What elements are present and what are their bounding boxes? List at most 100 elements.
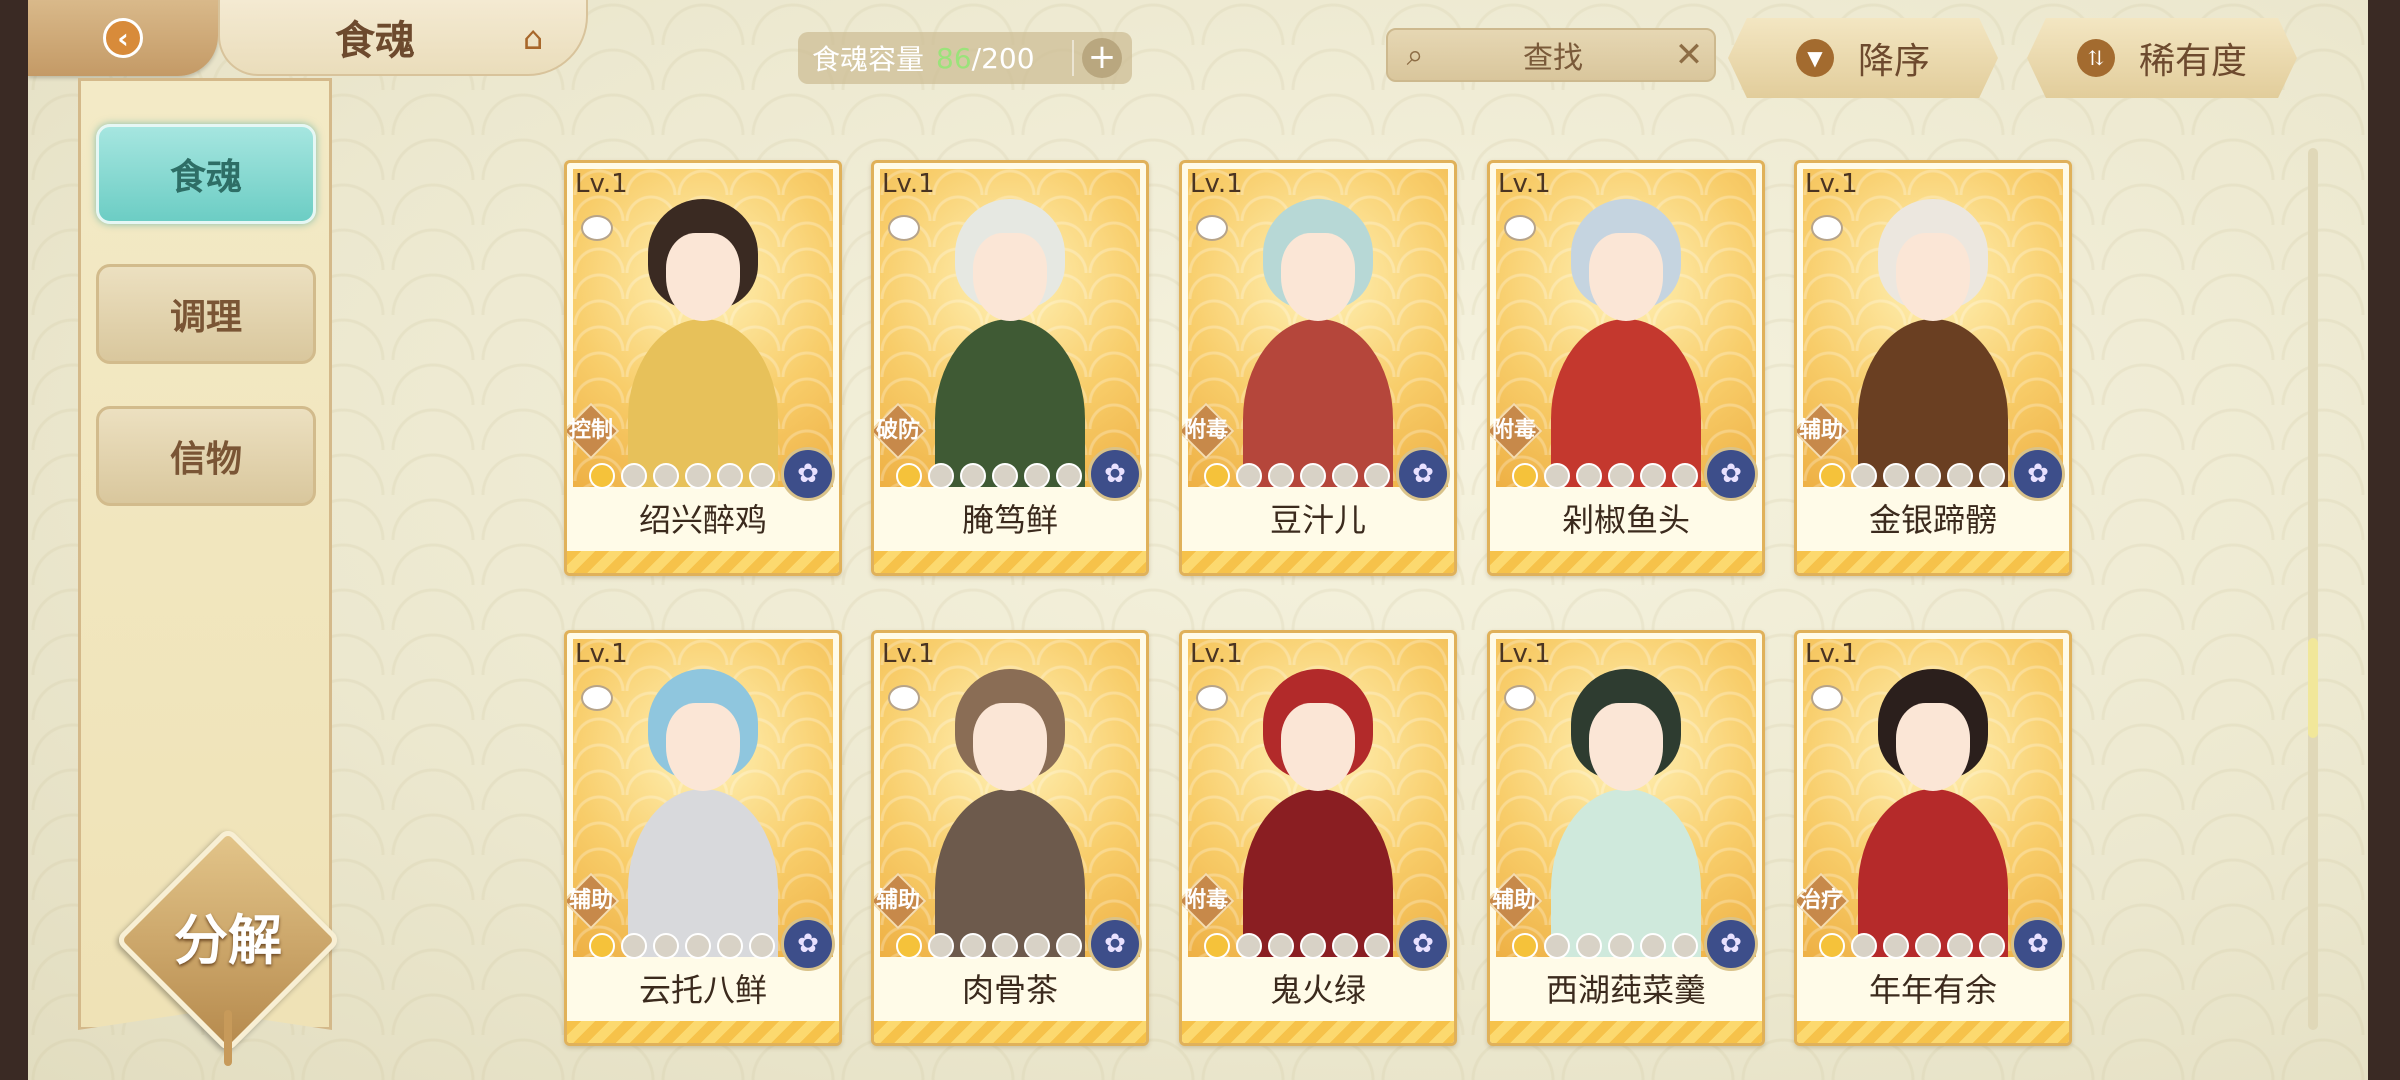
card-name: 云托八鲜 xyxy=(638,971,767,1009)
food-soul-card[interactable]: Lv.1 辅助 ✿ 云托八鲜 xyxy=(564,630,842,1046)
tab-tokens[interactable]: 信物 xyxy=(96,406,316,506)
card-level: Lv.1 xyxy=(1498,639,1551,669)
character-face xyxy=(973,703,1047,791)
card-name: 金银蹄髈 xyxy=(1868,501,1997,539)
card-name: 绍兴醉鸡 xyxy=(638,501,767,539)
role-tag-label: 治疗 xyxy=(1798,888,1843,913)
search-label: 查找 xyxy=(1523,41,1583,76)
star-rating xyxy=(1204,463,1390,489)
food-soul-card[interactable]: Lv.1 破防 ✿ 腌笃鲜 xyxy=(871,160,1149,576)
pill-icon xyxy=(1504,685,1536,711)
star-icon xyxy=(1947,463,1973,489)
card-name: 西湖莼菜羹 xyxy=(1545,971,1706,1009)
character-body xyxy=(935,789,1085,957)
card-name: 肉骨茶 xyxy=(961,971,1058,1009)
star-icon xyxy=(1236,933,1262,959)
character-body xyxy=(1551,789,1701,957)
card-footer-stripe xyxy=(1182,1021,1454,1043)
star-icon xyxy=(1979,463,2005,489)
tab-conditioning[interactable]: 调理 xyxy=(96,264,316,364)
character-figure xyxy=(1243,669,1393,957)
back-button[interactable]: ‹ xyxy=(28,0,218,76)
sort-order-label: 降序 xyxy=(1857,41,1930,82)
role-tag: 辅助 xyxy=(874,872,927,930)
role-tag: 辅助 xyxy=(1490,872,1543,930)
character-face xyxy=(666,703,740,791)
card-level: Lv.1 xyxy=(1498,169,1551,199)
character-figure xyxy=(628,669,778,957)
character-body xyxy=(628,319,778,487)
star-icon xyxy=(1332,463,1358,489)
role-tag: 辅助 xyxy=(1797,402,1850,460)
card-footer-stripe xyxy=(1490,1021,1762,1043)
search-box[interactable]: ⌕ 查找 ✕ xyxy=(1386,28,1716,82)
food-soul-card[interactable]: Lv.1 控制 ✿ 绍兴醉鸡 xyxy=(564,160,842,576)
close-icon[interactable]: ✕ xyxy=(1664,35,1714,75)
food-soul-card[interactable]: Lv.1 附毒 ✿ 剁椒鱼头 xyxy=(1487,160,1765,576)
character-face xyxy=(1896,233,1970,321)
character-body xyxy=(1243,319,1393,487)
card-name: 腌笃鲜 xyxy=(961,501,1058,539)
pill-icon xyxy=(1811,215,1843,241)
character-body xyxy=(1858,319,2008,487)
star-rating xyxy=(1512,933,1698,959)
pavilion-icon[interactable]: ⌂ xyxy=(510,18,556,58)
food-soul-card[interactable]: Lv.1 辅助 ✿ 西湖莼菜羹 xyxy=(1487,630,1765,1046)
role-tag-label: 附毒 xyxy=(1491,418,1536,443)
card-footer-stripe xyxy=(1182,551,1454,573)
star-icon xyxy=(1268,463,1294,489)
star-icon xyxy=(928,463,954,489)
card-level: Lv.1 xyxy=(1805,169,1858,199)
role-tag-label: 辅助 xyxy=(568,888,613,913)
rarity-sort-button[interactable]: ⇅ 稀有度 xyxy=(2027,18,2297,98)
star-icon xyxy=(896,463,922,489)
star-icon xyxy=(1979,933,2005,959)
role-tag: 附毒 xyxy=(1182,872,1235,930)
rarity-sort-label: 稀有度 xyxy=(2138,41,2247,82)
star-icon xyxy=(1851,463,1877,489)
card-footer-stripe xyxy=(1797,1021,2069,1043)
tassel-ornament xyxy=(224,1010,232,1066)
capacity-divider xyxy=(1072,40,1074,76)
capacity-label: 食魂容量 xyxy=(812,43,925,76)
pill-icon xyxy=(1811,685,1843,711)
character-figure xyxy=(1551,669,1701,957)
role-tag: 治疗 xyxy=(1797,872,1850,930)
page-title: 食魂 xyxy=(335,17,415,64)
star-icon xyxy=(1851,933,1877,959)
sort-order-button[interactable]: ▼ 降序 xyxy=(1728,18,1998,98)
character-body xyxy=(1551,319,1701,487)
pill-icon xyxy=(581,685,613,711)
scrollbar-thumb[interactable] xyxy=(2308,638,2318,738)
star-rating xyxy=(1819,463,2005,489)
capacity-bar: 食魂容量 86 /200 + xyxy=(798,32,1132,84)
star-icon xyxy=(992,933,1018,959)
card-level: Lv.1 xyxy=(882,639,935,669)
star-icon xyxy=(1024,933,1050,959)
food-soul-card[interactable]: Lv.1 辅助 ✿ 肉骨茶 xyxy=(871,630,1149,1046)
decompose-label[interactable]: 分解 xyxy=(128,900,328,980)
capacity-current: 86 xyxy=(936,41,972,75)
triangle-down-icon: ▼ xyxy=(1795,39,1834,77)
character-face xyxy=(973,233,1047,321)
card-footer-stripe xyxy=(567,1021,839,1043)
card-footer-stripe xyxy=(874,551,1146,573)
pill-icon xyxy=(888,215,920,241)
game-screen: ‹ 食魂 ⌂ 食魂容量 86 /200 + ⌕ 查找 ✕ ▼ 降序 ⇅ 稀有度 … xyxy=(28,0,2368,1080)
star-icon xyxy=(1640,463,1666,489)
pill-icon xyxy=(1196,685,1228,711)
role-tag-label: 破防 xyxy=(875,418,920,443)
character-face xyxy=(1589,703,1663,791)
card-name: 年年有余 xyxy=(1868,971,1997,1009)
food-soul-card[interactable]: Lv.1 辅助 ✿ 金银蹄髈 xyxy=(1794,160,2072,576)
food-soul-card[interactable]: Lv.1 附毒 ✿ 鬼火绿 xyxy=(1179,630,1457,1046)
tab-food-soul[interactable]: 食魂 xyxy=(96,124,316,224)
star-icon xyxy=(653,463,679,489)
food-soul-card[interactable]: Lv.1 治疗 ✿ 年年有余 xyxy=(1794,630,2072,1046)
star-icon xyxy=(1672,933,1698,959)
add-capacity-button[interactable]: + xyxy=(1082,38,1122,78)
star-icon xyxy=(1236,463,1262,489)
star-icon xyxy=(1576,463,1602,489)
food-soul-card[interactable]: Lv.1 附毒 ✿ 豆汁儿 xyxy=(1179,160,1457,576)
scrollbar[interactable] xyxy=(2308,148,2318,1030)
